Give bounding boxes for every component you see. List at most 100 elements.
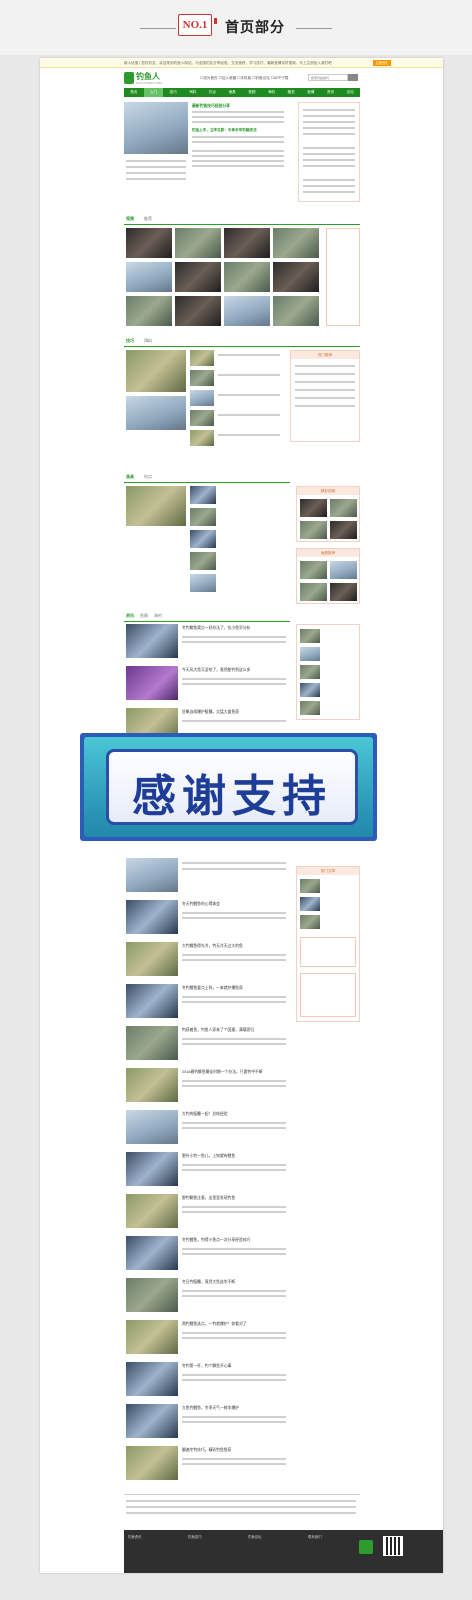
article-thumb[interactable] — [126, 1026, 178, 1060]
news-tab[interactable]: 资讯 — [126, 613, 134, 619]
sidebar-thumb[interactable] — [300, 561, 327, 579]
nav-item[interactable]: 路亚 — [281, 88, 301, 97]
article-title[interactable]: 大钓鲤鱼得先冷，钓无冷天过大的鱼 — [182, 944, 243, 949]
featured-headline-2[interactable]: 钓鱼上手，立竿见影：冬季手竿钓鲫技法 — [192, 128, 257, 133]
sidebar-thumb[interactable] — [330, 521, 357, 539]
article-thumb[interactable] — [190, 410, 214, 426]
video-thumb[interactable] — [224, 296, 270, 326]
article-thumb[interactable] — [126, 984, 178, 1018]
footer-heading[interactable]: 钓鱼技巧 — [188, 1534, 202, 1539]
list-item[interactable]: 大鱼钓鲤鱼，冬季天气一根竿爆护 — [124, 1404, 360, 1446]
article-title[interactable]: 两钓鲤鱼选点，一钓就爆护！你看对了 — [182, 1322, 247, 1327]
ad-slot[interactable] — [326, 228, 360, 326]
article-title[interactable]: 野钓鲫鱼注意，这里里发现钓鱼 — [182, 1196, 235, 1201]
featured-image[interactable] — [124, 102, 188, 154]
video-tab[interactable]: 视频 — [126, 216, 134, 222]
list-item[interactable]: 大钓的鲢鳙一起！总结经验 — [124, 1110, 360, 1152]
article-thumb[interactable] — [126, 624, 178, 658]
search-button[interactable] — [348, 74, 358, 81]
sidebar-thumb[interactable] — [330, 583, 357, 601]
register-button[interactable]: 注册送礼 — [373, 60, 391, 66]
sidebar-thumb[interactable] — [300, 499, 327, 517]
video-thumb[interactable] — [126, 262, 172, 292]
article-thumb[interactable] — [126, 1320, 178, 1354]
article-thumb[interactable] — [190, 508, 216, 526]
list-item[interactable]: 翻遍冬钓技巧，精彩钓鱼鱼获 — [124, 1446, 360, 1488]
article-title[interactable]: 大鱼钓鲤鱼，冬季天气一根竿爆护 — [182, 1406, 239, 1411]
article-thumb[interactable] — [126, 1152, 178, 1186]
list-item[interactable]: 野钓鲫鱼注意，这里里发现钓鱼 — [124, 1194, 360, 1236]
article-title[interactable]: 狂飙连续爆护鲢鳙，太猛大量鱼获 — [182, 710, 239, 715]
article-thumb[interactable] — [190, 370, 214, 386]
sidebar-thumb[interactable] — [300, 521, 327, 539]
article-image[interactable] — [126, 396, 186, 430]
article-thumb[interactable] — [126, 1236, 178, 1270]
nav-item[interactable]: 论坛 — [340, 88, 360, 97]
list-item[interactable]: 冬天钓鲤鱼的心得体会 — [124, 900, 360, 942]
article-title[interactable]: 大钓的鲢鳙一起！总结经验 — [182, 1112, 228, 1117]
video-thumb[interactable] — [175, 228, 221, 258]
list-item[interactable]: 冬钓鲤鱼，钓得小鱼点一次分享经验技巧 — [124, 1236, 360, 1278]
article-title[interactable]: 冬天钓鲤鱼的心得体会 — [182, 902, 220, 907]
article-thumb[interactable] — [190, 530, 216, 548]
list-item[interactable]: 冬日钓鲢鳙，竟然大鱼连竿不断 — [124, 1278, 360, 1320]
video-thumb[interactable] — [273, 228, 319, 258]
article-thumb[interactable] — [190, 350, 214, 366]
article-thumb[interactable] — [126, 1068, 178, 1102]
article-title[interactable]: 冬钓鲫鱼窝点一好办法了，拉小鱼早分析 — [182, 626, 250, 631]
article-thumb[interactable] — [126, 1278, 178, 1312]
nav-item[interactable]: 海钓 — [262, 88, 282, 97]
sidebar-thumb[interactable] — [330, 499, 357, 517]
list-item[interactable]: 2018春钓鲫鱼最佳时期一个办法，只要钓中不断 — [124, 1068, 360, 1110]
video-thumb[interactable] — [126, 296, 172, 326]
article-thumb[interactable] — [126, 1404, 178, 1438]
article-thumb[interactable] — [190, 552, 216, 570]
nav-item[interactable]: 鱼情 — [301, 88, 321, 97]
article-thumb[interactable] — [190, 390, 214, 406]
article-title[interactable]: 翻遍冬钓技巧，精彩钓鱼鱼获 — [182, 1448, 231, 1453]
tech-tab-2[interactable]: 饵料 — [144, 338, 152, 344]
nav-item[interactable]: 饵料 — [183, 88, 203, 97]
nav-item[interactable]: 首页 — [124, 88, 144, 97]
article-thumb[interactable] — [126, 942, 178, 976]
nav-item[interactable]: 钓点 — [203, 88, 223, 97]
footer-heading[interactable]: 钓鱼论坛 — [248, 1534, 262, 1539]
list-item[interactable]: 野外小钓一鱼儿，上钩就有鲤鱼 — [124, 1152, 360, 1194]
article-title[interactable]: 野外小钓一鱼儿，上钩就有鲤鱼 — [182, 1154, 235, 1159]
gear-tab-2[interactable]: 钓点 — [144, 474, 152, 480]
list-item[interactable]: 冬钓第一杆，钓个鲫鱼开心事 — [124, 1362, 360, 1404]
gear-tab[interactable]: 渔具 — [126, 474, 134, 480]
nav-item[interactable]: 资讯 — [321, 88, 341, 97]
article-title[interactable]: 冬日钓鲢鳙，竟然大鱼连竿不断 — [182, 1280, 235, 1285]
list-item[interactable]: 大钓鲤鱼得先冷，钓无冷天过大的鱼 — [124, 942, 360, 984]
site-logo[interactable]: 钓鱼人 DIAOYUREN.COM — [124, 71, 172, 87]
list-item[interactable]: 钓获着鱼，钓鱼人家来了个团建，满载而归 — [124, 1026, 360, 1068]
video-thumb[interactable] — [175, 296, 221, 326]
article-title[interactable]: 钓获着鱼，钓鱼人家来了个团建，满载而归 — [182, 1028, 254, 1033]
footer-heading[interactable]: 联系我们 — [308, 1534, 322, 1539]
search-input[interactable] — [308, 74, 348, 81]
article-image[interactable] — [126, 486, 186, 526]
sidebar-thumb[interactable] — [300, 583, 327, 601]
featured-headline[interactable]: 最新钓鱼技巧经验分享 — [192, 104, 230, 109]
article-title[interactable]: 冬钓第一杆，钓个鲫鱼开心事 — [182, 1364, 231, 1369]
article-title[interactable]: 冬钓鲤鱼，钓得小鱼点一次分享经验技巧 — [182, 1238, 250, 1243]
article-thumb[interactable] — [126, 666, 178, 700]
article-thumb[interactable] — [126, 1446, 178, 1480]
nav-item[interactable]: 入门 — [143, 88, 164, 97]
video-thumb[interactable] — [224, 228, 270, 258]
list-item[interactable] — [124, 858, 360, 900]
list-item[interactable]: 冬钓鲫鱼窝点一好办法了，拉小鱼早分析 — [124, 624, 360, 666]
nav-item[interactable]: 渔具 — [222, 88, 242, 97]
video-thumb[interactable] — [273, 296, 319, 326]
article-thumb[interactable] — [190, 574, 216, 592]
nav-item[interactable]: 技巧 — [163, 88, 183, 97]
video-tab-2[interactable]: 推荐 — [144, 216, 152, 222]
article-image[interactable] — [126, 350, 186, 392]
article-title[interactable]: 今天风大鱼又没咬了，竟然能钓到这么多 — [182, 668, 250, 673]
nav-item[interactable]: 视频 — [242, 88, 262, 97]
article-thumb[interactable] — [190, 486, 216, 504]
video-thumb[interactable] — [273, 262, 319, 292]
news-tab-2[interactable]: 鱼情 — [140, 613, 148, 619]
sidebar-thumb[interactable] — [330, 561, 357, 579]
